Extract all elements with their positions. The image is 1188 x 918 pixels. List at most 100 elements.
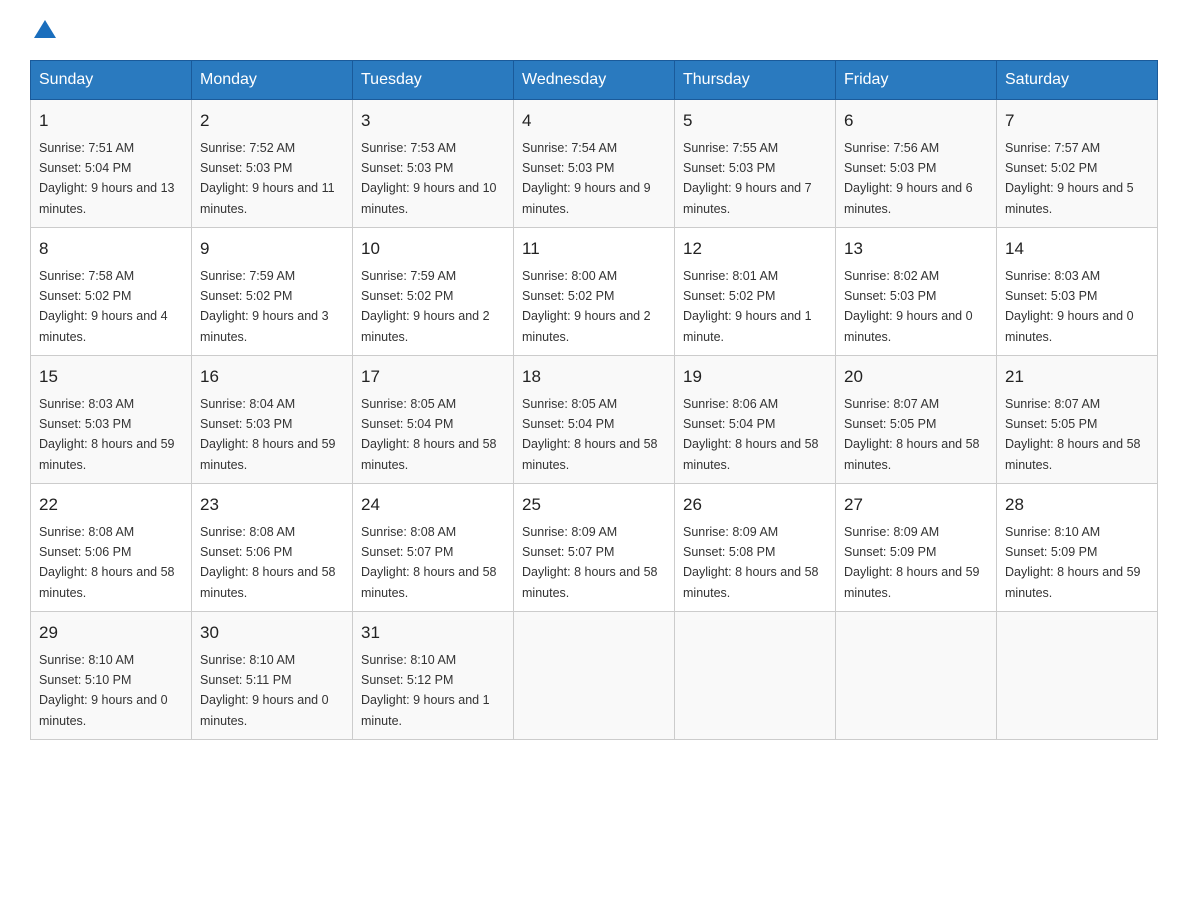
calendar-cell: 25 Sunrise: 8:09 AMSunset: 5:07 PMDaylig… [514, 484, 675, 612]
day-number: 9 [200, 236, 344, 262]
day-number: 4 [522, 108, 666, 134]
day-number: 13 [844, 236, 988, 262]
day-info: Sunrise: 8:03 AMSunset: 5:03 PMDaylight:… [1005, 269, 1134, 344]
calendar-cell [514, 612, 675, 740]
calendar-cell: 28 Sunrise: 8:10 AMSunset: 5:09 PMDaylig… [997, 484, 1158, 612]
day-info: Sunrise: 8:05 AMSunset: 5:04 PMDaylight:… [361, 397, 497, 472]
day-number: 30 [200, 620, 344, 646]
day-number: 18 [522, 364, 666, 390]
calendar-cell: 6 Sunrise: 7:56 AMSunset: 5:03 PMDayligh… [836, 100, 997, 228]
week-row-5: 29 Sunrise: 8:10 AMSunset: 5:10 PMDaylig… [31, 612, 1158, 740]
calendar-cell: 17 Sunrise: 8:05 AMSunset: 5:04 PMDaylig… [353, 356, 514, 484]
day-number: 14 [1005, 236, 1149, 262]
calendar-cell: 18 Sunrise: 8:05 AMSunset: 5:04 PMDaylig… [514, 356, 675, 484]
day-info: Sunrise: 8:03 AMSunset: 5:03 PMDaylight:… [39, 397, 175, 472]
day-number: 24 [361, 492, 505, 518]
calendar-cell: 4 Sunrise: 7:54 AMSunset: 5:03 PMDayligh… [514, 100, 675, 228]
calendar-cell [997, 612, 1158, 740]
day-info: Sunrise: 8:01 AMSunset: 5:02 PMDaylight:… [683, 269, 812, 344]
calendar-cell: 30 Sunrise: 8:10 AMSunset: 5:11 PMDaylig… [192, 612, 353, 740]
calendar-cell: 1 Sunrise: 7:51 AMSunset: 5:04 PMDayligh… [31, 100, 192, 228]
day-info: Sunrise: 7:57 AMSunset: 5:02 PMDaylight:… [1005, 141, 1134, 216]
day-info: Sunrise: 7:56 AMSunset: 5:03 PMDaylight:… [844, 141, 973, 216]
page-header [30, 20, 1158, 40]
day-info: Sunrise: 7:59 AMSunset: 5:02 PMDaylight:… [361, 269, 490, 344]
day-number: 20 [844, 364, 988, 390]
day-info: Sunrise: 8:08 AMSunset: 5:06 PMDaylight:… [200, 525, 336, 600]
day-number: 8 [39, 236, 183, 262]
day-number: 23 [200, 492, 344, 518]
day-number: 31 [361, 620, 505, 646]
day-number: 28 [1005, 492, 1149, 518]
calendar-cell [836, 612, 997, 740]
day-header-saturday: Saturday [997, 61, 1158, 100]
calendar-cell: 9 Sunrise: 7:59 AMSunset: 5:02 PMDayligh… [192, 228, 353, 356]
day-info: Sunrise: 8:06 AMSunset: 5:04 PMDaylight:… [683, 397, 819, 472]
calendar-cell: 13 Sunrise: 8:02 AMSunset: 5:03 PMDaylig… [836, 228, 997, 356]
calendar-cell: 19 Sunrise: 8:06 AMSunset: 5:04 PMDaylig… [675, 356, 836, 484]
calendar-cell: 26 Sunrise: 8:09 AMSunset: 5:08 PMDaylig… [675, 484, 836, 612]
day-header-thursday: Thursday [675, 61, 836, 100]
day-number: 7 [1005, 108, 1149, 134]
day-number: 6 [844, 108, 988, 134]
day-number: 27 [844, 492, 988, 518]
calendar-cell: 8 Sunrise: 7:58 AMSunset: 5:02 PMDayligh… [31, 228, 192, 356]
day-info: Sunrise: 7:51 AMSunset: 5:04 PMDaylight:… [39, 141, 175, 216]
calendar-cell: 23 Sunrise: 8:08 AMSunset: 5:06 PMDaylig… [192, 484, 353, 612]
day-info: Sunrise: 8:07 AMSunset: 5:05 PMDaylight:… [1005, 397, 1141, 472]
day-number: 29 [39, 620, 183, 646]
calendar-table: SundayMondayTuesdayWednesdayThursdayFrid… [30, 60, 1158, 740]
day-info: Sunrise: 8:09 AMSunset: 5:07 PMDaylight:… [522, 525, 658, 600]
day-number: 12 [683, 236, 827, 262]
week-row-2: 8 Sunrise: 7:58 AMSunset: 5:02 PMDayligh… [31, 228, 1158, 356]
calendar-cell: 22 Sunrise: 8:08 AMSunset: 5:06 PMDaylig… [31, 484, 192, 612]
calendar-cell: 16 Sunrise: 8:04 AMSunset: 5:03 PMDaylig… [192, 356, 353, 484]
day-number: 10 [361, 236, 505, 262]
day-header-sunday: Sunday [31, 61, 192, 100]
day-number: 1 [39, 108, 183, 134]
calendar-cell: 12 Sunrise: 8:01 AMSunset: 5:02 PMDaylig… [675, 228, 836, 356]
day-info: Sunrise: 8:05 AMSunset: 5:04 PMDaylight:… [522, 397, 658, 472]
day-number: 3 [361, 108, 505, 134]
day-number: 17 [361, 364, 505, 390]
calendar-cell: 27 Sunrise: 8:09 AMSunset: 5:09 PMDaylig… [836, 484, 997, 612]
logo [30, 20, 56, 40]
day-header-tuesday: Tuesday [353, 61, 514, 100]
calendar-cell: 20 Sunrise: 8:07 AMSunset: 5:05 PMDaylig… [836, 356, 997, 484]
day-header-monday: Monday [192, 61, 353, 100]
day-number: 5 [683, 108, 827, 134]
day-info: Sunrise: 8:04 AMSunset: 5:03 PMDaylight:… [200, 397, 336, 472]
calendar-cell [675, 612, 836, 740]
day-info: Sunrise: 7:53 AMSunset: 5:03 PMDaylight:… [361, 141, 497, 216]
calendar-cell: 3 Sunrise: 7:53 AMSunset: 5:03 PMDayligh… [353, 100, 514, 228]
calendar-cell: 24 Sunrise: 8:08 AMSunset: 5:07 PMDaylig… [353, 484, 514, 612]
day-info: Sunrise: 7:54 AMSunset: 5:03 PMDaylight:… [522, 141, 651, 216]
calendar-cell: 29 Sunrise: 8:10 AMSunset: 5:10 PMDaylig… [31, 612, 192, 740]
day-info: Sunrise: 8:10 AMSunset: 5:11 PMDaylight:… [200, 653, 329, 728]
week-row-1: 1 Sunrise: 7:51 AMSunset: 5:04 PMDayligh… [31, 100, 1158, 228]
calendar-cell: 7 Sunrise: 7:57 AMSunset: 5:02 PMDayligh… [997, 100, 1158, 228]
week-row-4: 22 Sunrise: 8:08 AMSunset: 5:06 PMDaylig… [31, 484, 1158, 612]
day-info: Sunrise: 8:02 AMSunset: 5:03 PMDaylight:… [844, 269, 973, 344]
day-number: 21 [1005, 364, 1149, 390]
calendar-cell: 31 Sunrise: 8:10 AMSunset: 5:12 PMDaylig… [353, 612, 514, 740]
day-info: Sunrise: 7:59 AMSunset: 5:02 PMDaylight:… [200, 269, 329, 344]
calendar-cell: 5 Sunrise: 7:55 AMSunset: 5:03 PMDayligh… [675, 100, 836, 228]
day-info: Sunrise: 7:55 AMSunset: 5:03 PMDaylight:… [683, 141, 812, 216]
day-number: 19 [683, 364, 827, 390]
day-number: 15 [39, 364, 183, 390]
day-info: Sunrise: 8:10 AMSunset: 5:10 PMDaylight:… [39, 653, 168, 728]
week-row-3: 15 Sunrise: 8:03 AMSunset: 5:03 PMDaylig… [31, 356, 1158, 484]
day-number: 26 [683, 492, 827, 518]
calendar-cell: 10 Sunrise: 7:59 AMSunset: 5:02 PMDaylig… [353, 228, 514, 356]
calendar-cell: 14 Sunrise: 8:03 AMSunset: 5:03 PMDaylig… [997, 228, 1158, 356]
day-info: Sunrise: 8:09 AMSunset: 5:08 PMDaylight:… [683, 525, 819, 600]
day-header-friday: Friday [836, 61, 997, 100]
calendar-cell: 15 Sunrise: 8:03 AMSunset: 5:03 PMDaylig… [31, 356, 192, 484]
day-info: Sunrise: 8:08 AMSunset: 5:06 PMDaylight:… [39, 525, 175, 600]
day-number: 2 [200, 108, 344, 134]
day-number: 25 [522, 492, 666, 518]
day-number: 11 [522, 236, 666, 262]
calendar-cell: 21 Sunrise: 8:07 AMSunset: 5:05 PMDaylig… [997, 356, 1158, 484]
day-info: Sunrise: 7:58 AMSunset: 5:02 PMDaylight:… [39, 269, 168, 344]
